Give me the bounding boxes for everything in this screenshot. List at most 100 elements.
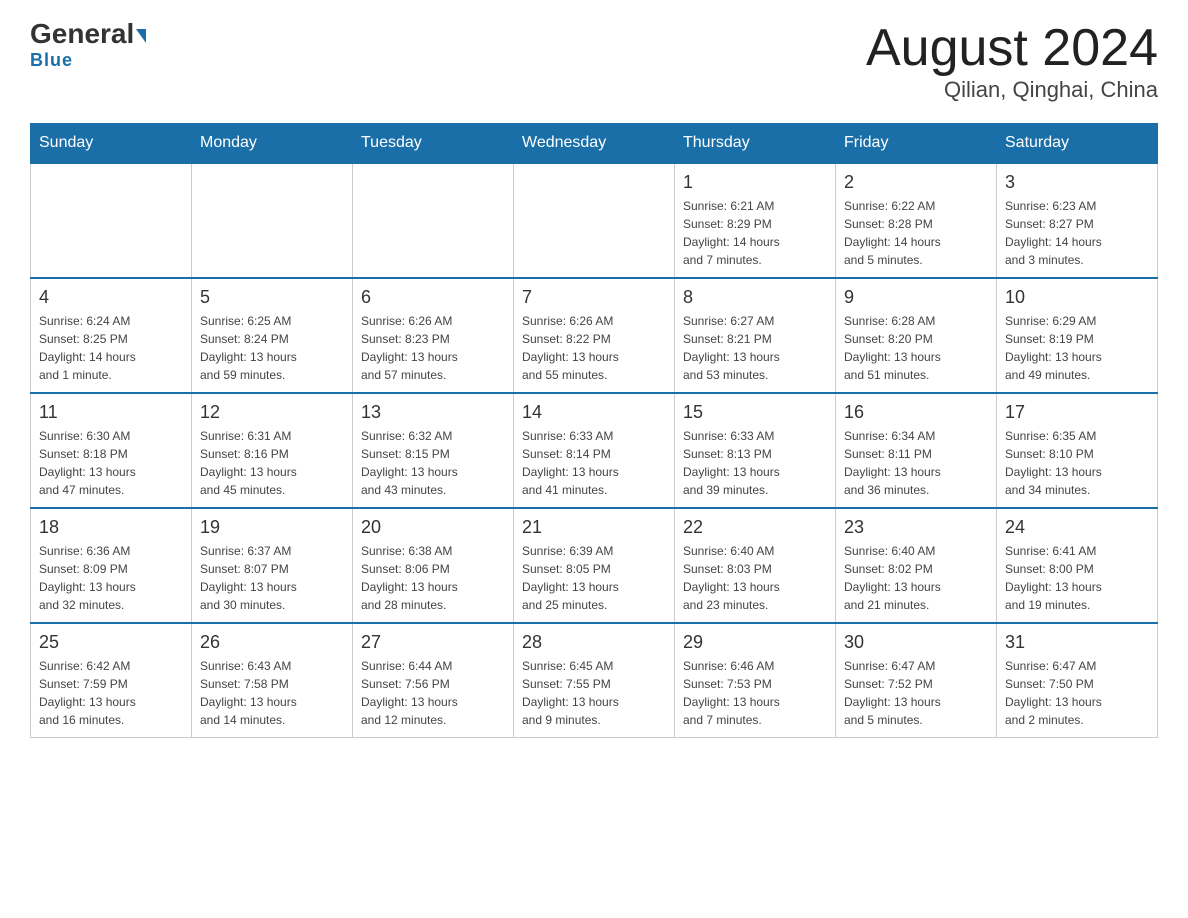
day-info: Sunrise: 6:34 AMSunset: 8:11 PMDaylight:… [844, 427, 988, 499]
day-number: 11 [39, 402, 183, 423]
table-row: 3 Sunrise: 6:23 AMSunset: 8:27 PMDaylight… [997, 163, 1158, 278]
table-row [353, 163, 514, 278]
table-row: 14 Sunrise: 6:33 AMSunset: 8:14 PMDayligh… [514, 393, 675, 508]
table-row: 8 Sunrise: 6:27 AMSunset: 8:21 PMDaylight… [675, 278, 836, 393]
day-info: Sunrise: 6:24 AMSunset: 8:25 PMDaylight:… [39, 312, 183, 384]
table-row: 13 Sunrise: 6:32 AMSunset: 8:15 PMDayligh… [353, 393, 514, 508]
calendar-week-row: 11 Sunrise: 6:30 AMSunset: 8:18 PMDayligh… [31, 393, 1158, 508]
day-number: 20 [361, 517, 505, 538]
day-info: Sunrise: 6:39 AMSunset: 8:05 PMDaylight:… [522, 542, 666, 614]
table-row: 4 Sunrise: 6:24 AMSunset: 8:25 PMDaylight… [31, 278, 192, 393]
logo-triangle-icon [136, 29, 146, 43]
table-row: 9Sunrise: 6:28 AMSunset: 8:20 PMDaylight… [836, 278, 997, 393]
day-number: 8 [683, 287, 827, 308]
day-info: Sunrise: 6:44 AMSunset: 7:56 PMDaylight:… [361, 657, 505, 729]
calendar-header-row: Sunday Monday Tuesday Wednesday Thursday… [31, 124, 1158, 164]
day-info: Sunrise: 6:26 AMSunset: 8:23 PMDaylight:… [361, 312, 505, 384]
table-row: 1Sunrise: 6:21 AMSunset: 8:29 PMDaylight… [675, 163, 836, 278]
day-info: Sunrise: 6:38 AMSunset: 8:06 PMDaylight:… [361, 542, 505, 614]
day-info: Sunrise: 6:31 AMSunset: 8:16 PMDaylight:… [200, 427, 344, 499]
logo-general-text: General [30, 20, 146, 48]
calendar-title-area: August 2024 Qilian, Qinghai, China [866, 20, 1158, 103]
day-number: 21 [522, 517, 666, 538]
day-number: 23 [844, 517, 988, 538]
day-number: 14 [522, 402, 666, 423]
table-row: 11 Sunrise: 6:30 AMSunset: 8:18 PMDayligh… [31, 393, 192, 508]
col-saturday: Saturday [997, 124, 1158, 164]
day-number: 26 [200, 632, 344, 653]
table-row: 5 Sunrise: 6:25 AMSunset: 8:24 PMDaylight… [192, 278, 353, 393]
day-number: 16 [844, 402, 988, 423]
day-info: Sunrise: 6:43 AMSunset: 7:58 PMDaylight:… [200, 657, 344, 729]
table-row: 23 Sunrise: 6:40 AMSunset: 8:02 PMDayligh… [836, 508, 997, 623]
day-number: 29 [683, 632, 827, 653]
day-info: Sunrise: 6:36 AMSunset: 8:09 PMDaylight:… [39, 542, 183, 614]
day-number: 31 [1005, 632, 1149, 653]
day-number: 12 [200, 402, 344, 423]
col-monday: Monday [192, 124, 353, 164]
table-row: 24Sunrise: 6:41 AMSunset: 8:00 PMDayligh… [997, 508, 1158, 623]
day-number: 4 [39, 287, 183, 308]
table-row: 21 Sunrise: 6:39 AMSunset: 8:05 PMDayligh… [514, 508, 675, 623]
col-sunday: Sunday [31, 124, 192, 164]
day-number: 5 [200, 287, 344, 308]
table-row: 7 Sunrise: 6:26 AMSunset: 8:22 PMDaylight… [514, 278, 675, 393]
day-number: 1 [683, 172, 827, 193]
day-number: 18 [39, 517, 183, 538]
day-info: Sunrise: 6:30 AMSunset: 8:18 PMDaylight:… [39, 427, 183, 499]
day-info: Sunrise: 6:29 AMSunset: 8:19 PMDaylight:… [1005, 312, 1149, 384]
day-info: Sunrise: 6:40 AMSunset: 8:02 PMDaylight:… [844, 542, 988, 614]
month-title: August 2024 [866, 20, 1158, 77]
calendar-week-row: 18 Sunrise: 6:36 AMSunset: 8:09 PMDayligh… [31, 508, 1158, 623]
day-info: Sunrise: 6:45 AMSunset: 7:55 PMDaylight:… [522, 657, 666, 729]
day-info: Sunrise: 6:41 AMSunset: 8:00 PMDaylight:… [1005, 542, 1149, 614]
calendar-week-row: 25Sunrise: 6:42 AMSunset: 7:59 PMDayligh… [31, 623, 1158, 738]
day-info: Sunrise: 6:47 AMSunset: 7:50 PMDaylight:… [1005, 657, 1149, 729]
day-info: Sunrise: 6:23 AMSunset: 8:27 PMDaylight:… [1005, 197, 1149, 269]
day-info: Sunrise: 6:47 AMSunset: 7:52 PMDaylight:… [844, 657, 988, 729]
day-info: Sunrise: 6:26 AMSunset: 8:22 PMDaylight:… [522, 312, 666, 384]
day-number: 22 [683, 517, 827, 538]
day-number: 28 [522, 632, 666, 653]
table-row [31, 163, 192, 278]
day-number: 7 [522, 287, 666, 308]
day-number: 15 [683, 402, 827, 423]
table-row [514, 163, 675, 278]
day-number: 25 [39, 632, 183, 653]
page-header: General Blue August 2024 Qilian, Qinghai… [30, 20, 1158, 103]
table-row: 20 Sunrise: 6:38 AMSunset: 8:06 PMDayligh… [353, 508, 514, 623]
day-info: Sunrise: 6:40 AMSunset: 8:03 PMDaylight:… [683, 542, 827, 614]
calendar-table: Sunday Monday Tuesday Wednesday Thursday… [30, 123, 1158, 738]
table-row: 19Sunrise: 6:37 AMSunset: 8:07 PMDayligh… [192, 508, 353, 623]
table-row: 10 Sunrise: 6:29 AMSunset: 8:19 PMDayligh… [997, 278, 1158, 393]
table-row: 26 Sunrise: 6:43 AMSunset: 7:58 PMDayligh… [192, 623, 353, 738]
day-info: Sunrise: 6:33 AMSunset: 8:13 PMDaylight:… [683, 427, 827, 499]
table-row: 2Sunrise: 6:22 AMSunset: 8:28 PMDaylight… [836, 163, 997, 278]
logo: General Blue [30, 20, 146, 71]
location-title: Qilian, Qinghai, China [866, 77, 1158, 103]
day-number: 27 [361, 632, 505, 653]
day-info: Sunrise: 6:33 AMSunset: 8:14 PMDaylight:… [522, 427, 666, 499]
day-info: Sunrise: 6:32 AMSunset: 8:15 PMDaylight:… [361, 427, 505, 499]
day-number: 9 [844, 287, 988, 308]
day-info: Sunrise: 6:25 AMSunset: 8:24 PMDaylight:… [200, 312, 344, 384]
table-row: 16 Sunrise: 6:34 AMSunset: 8:11 PMDayligh… [836, 393, 997, 508]
day-number: 13 [361, 402, 505, 423]
table-row: 28 Sunrise: 6:45 AMSunset: 7:55 PMDayligh… [514, 623, 675, 738]
table-row: 27 Sunrise: 6:44 AMSunset: 7:56 PMDayligh… [353, 623, 514, 738]
day-info: Sunrise: 6:35 AMSunset: 8:10 PMDaylight:… [1005, 427, 1149, 499]
calendar-week-row: 4 Sunrise: 6:24 AMSunset: 8:25 PMDaylight… [31, 278, 1158, 393]
day-number: 10 [1005, 287, 1149, 308]
day-number: 19 [200, 517, 344, 538]
col-tuesday: Tuesday [353, 124, 514, 164]
col-thursday: Thursday [675, 124, 836, 164]
calendar-week-row: 1Sunrise: 6:21 AMSunset: 8:29 PMDaylight… [31, 163, 1158, 278]
col-friday: Friday [836, 124, 997, 164]
day-number: 6 [361, 287, 505, 308]
table-row [192, 163, 353, 278]
day-number: 2 [844, 172, 988, 193]
day-info: Sunrise: 6:46 AMSunset: 7:53 PMDaylight:… [683, 657, 827, 729]
day-number: 3 [1005, 172, 1149, 193]
day-info: Sunrise: 6:27 AMSunset: 8:21 PMDaylight:… [683, 312, 827, 384]
table-row: 17Sunrise: 6:35 AMSunset: 8:10 PMDayligh… [997, 393, 1158, 508]
